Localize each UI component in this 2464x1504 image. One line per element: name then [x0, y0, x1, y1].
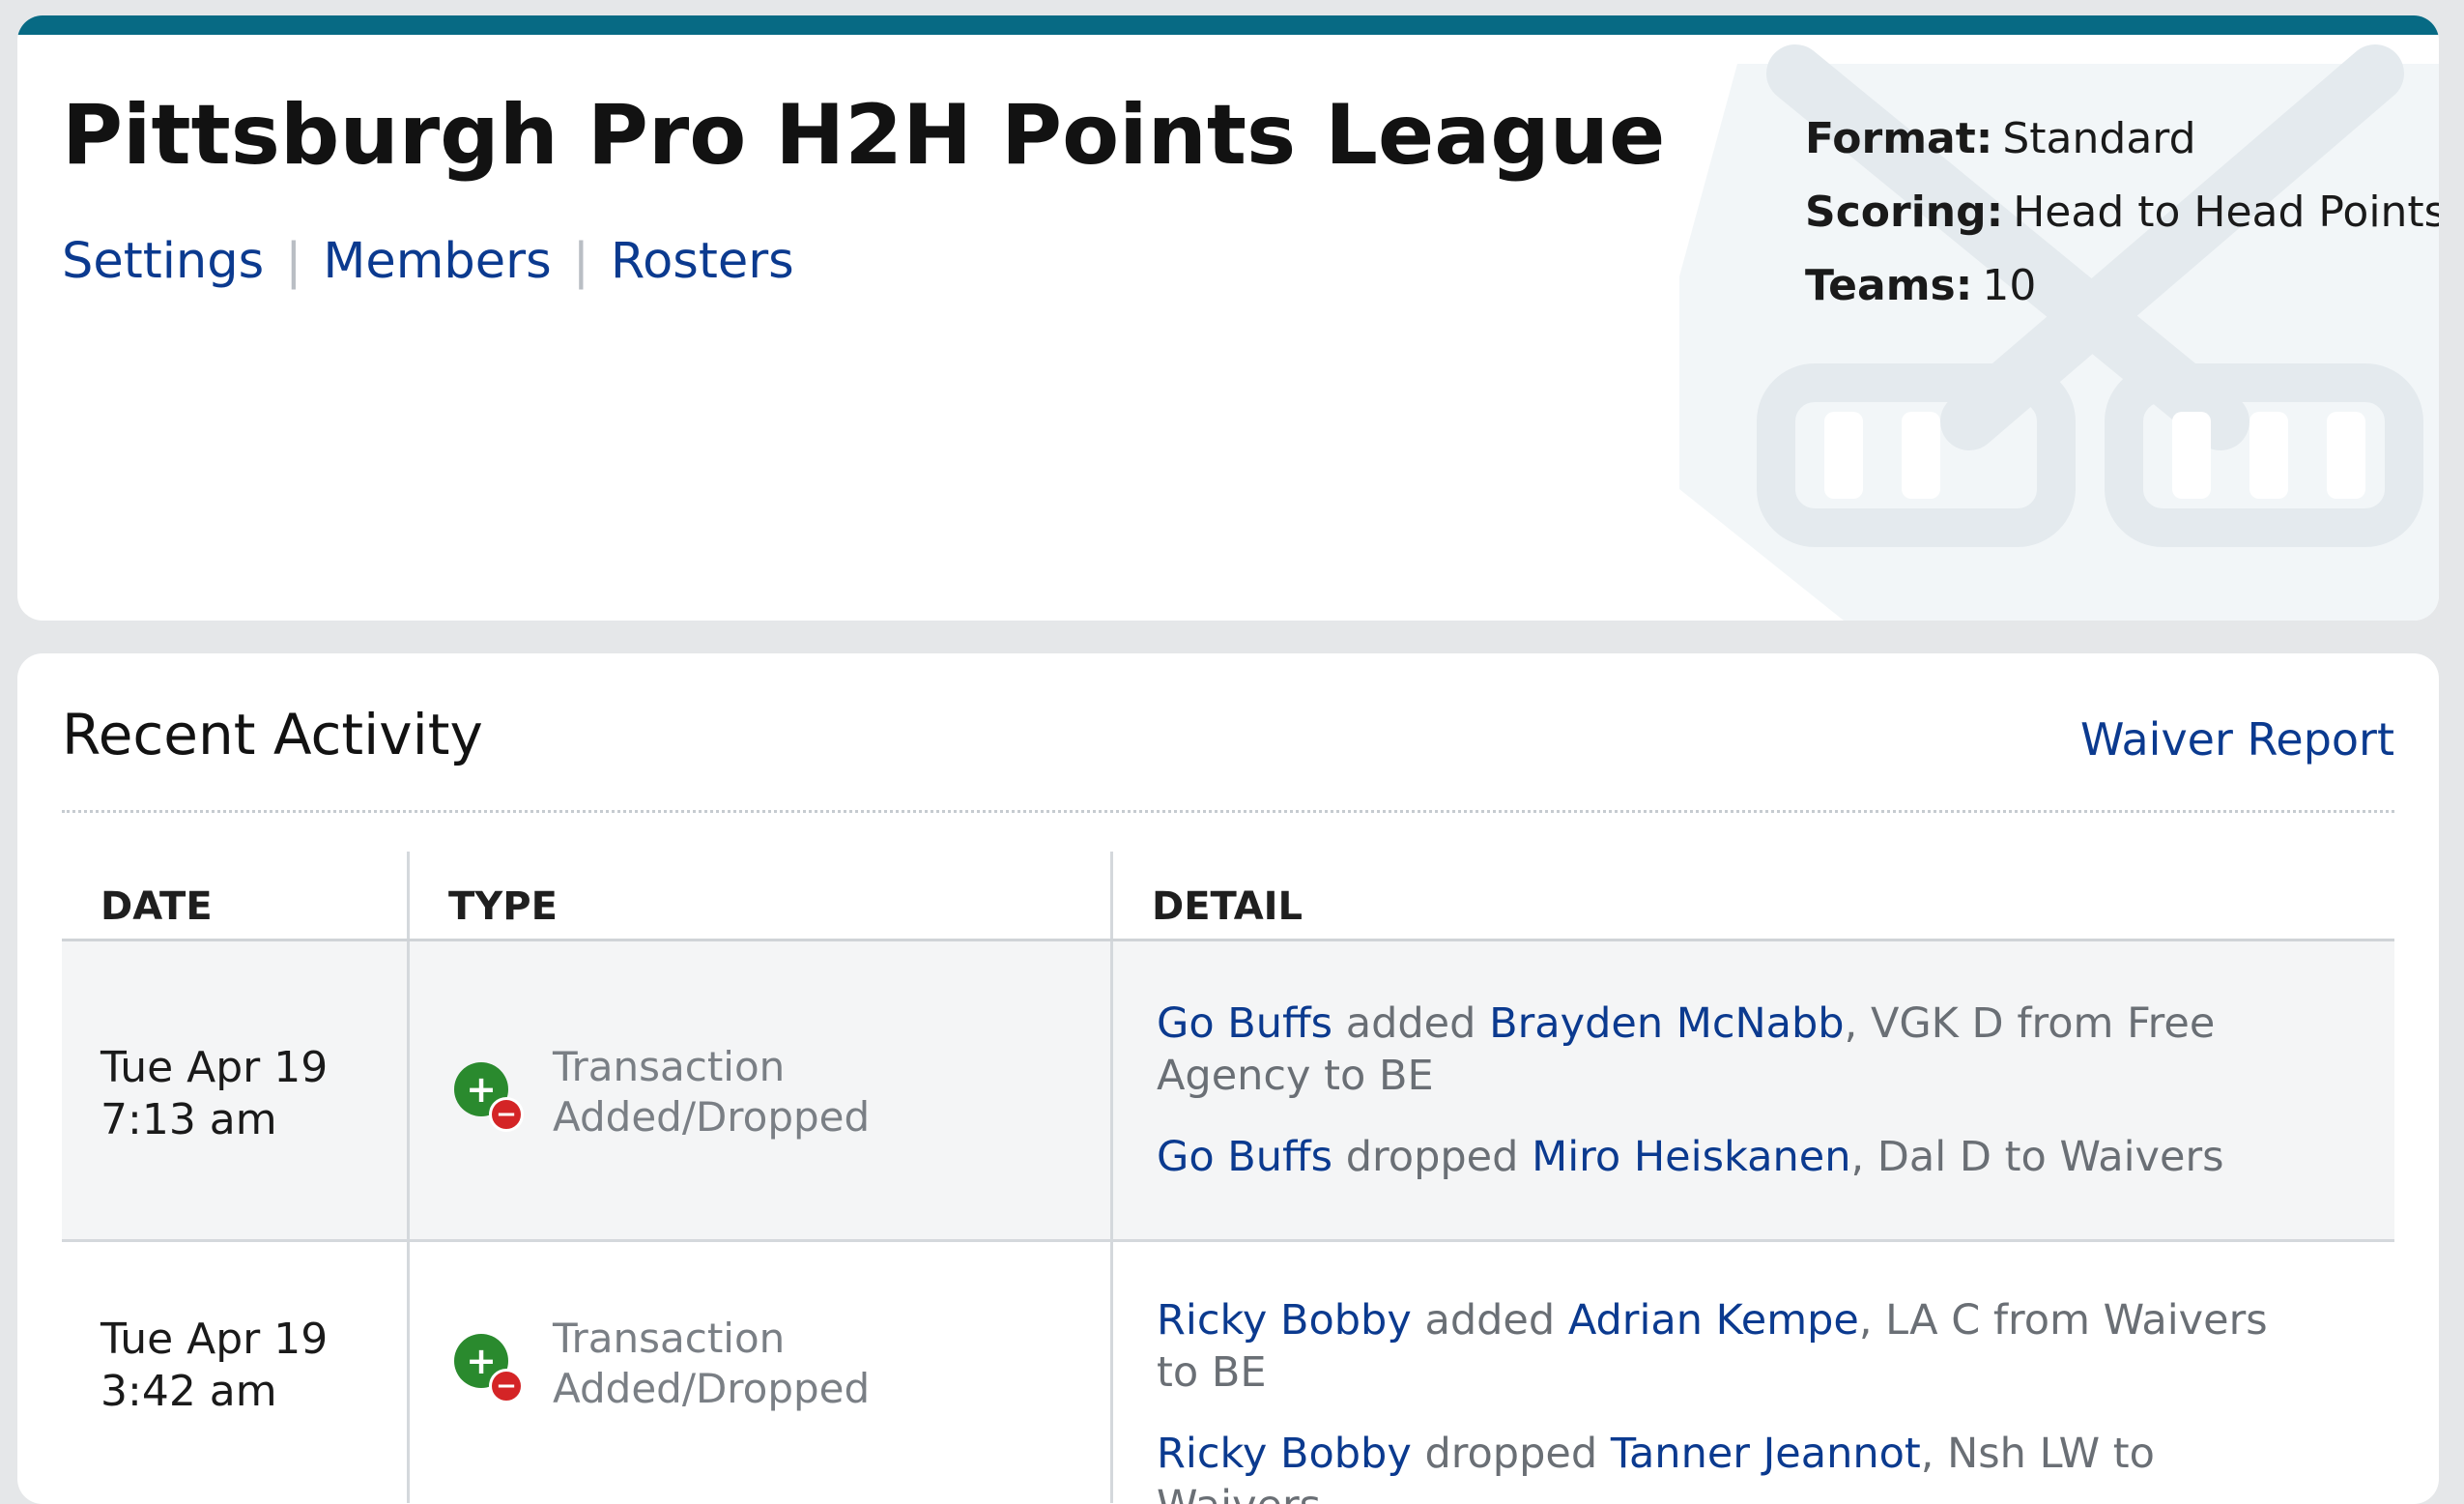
player-link[interactable]: Adrian Kempe — [1568, 1296, 1859, 1345]
league-info: Format: Standard Scoring: Head to Head Poi… — [1805, 102, 2439, 323]
detail-cell: Ricky Bobby added Adrian Kempe, LA C fro… — [1113, 1242, 2394, 1504]
team-link[interactable]: Ricky Bobby — [1157, 1296, 1412, 1345]
league-nav: Settings | Members | Rosters — [62, 233, 794, 290]
date-cell: Tue Apr 19 7:13 am — [62, 941, 410, 1239]
scoring-info: Scoring: Head to Head Points — [1805, 188, 2439, 237]
format-info: Format: Standard — [1805, 114, 2196, 163]
date-column-header[interactable]: DATE — [62, 852, 410, 939]
type-label: Transaction — [553, 1043, 786, 1090]
team-link[interactable]: Ricky Bobby — [1157, 1430, 1412, 1478]
type-sublabel: Added/Dropped — [553, 1093, 871, 1141]
nav-divider: | — [285, 233, 302, 290]
add-drop-icon: + − — [454, 1062, 524, 1132]
player-link[interactable]: Miro Heiskanen — [1532, 1133, 1850, 1181]
team-link[interactable]: Go Buffs — [1157, 1133, 1332, 1181]
row-date: Tue Apr 19 — [100, 1043, 329, 1092]
teams-info: Teams: 10 — [1805, 261, 2037, 310]
detail-line: Go Buffs added Brayden McNabb, VGK D fro… — [1157, 999, 2216, 1100]
members-link[interactable]: Members — [323, 233, 551, 290]
detail-line: Go Buffs dropped Miro Heiskanen, Dal D t… — [1157, 1133, 2224, 1181]
type-label: Transaction — [553, 1315, 786, 1362]
type-cell: + − Transaction Added/Dropped — [410, 941, 1113, 1239]
rosters-link[interactable]: Rosters — [611, 233, 794, 290]
league-header-card: Pittsburgh Pro H2H Points League Setting… — [17, 15, 2439, 621]
row-date: Tue Apr 19 — [100, 1315, 329, 1364]
date-cell: Tue Apr 19 3:42 am — [62, 1242, 410, 1503]
type-column-header[interactable]: TYPE — [410, 852, 1113, 939]
recent-activity-title: Recent Activity — [62, 702, 483, 767]
waiver-report-link[interactable]: Waiver Report — [2080, 713, 2394, 766]
player-link[interactable]: Brayden McNabb — [1489, 999, 1845, 1048]
section-divider — [62, 810, 2394, 813]
row-time: 7:13 am — [100, 1095, 277, 1144]
type-sublabel: Added/Dropped — [553, 1365, 871, 1412]
row-time: 3:42 am — [100, 1367, 277, 1416]
table-header: DATE TYPE DETAIL — [62, 852, 2394, 941]
detail-cell: Go Buffs added Brayden McNabb, VGK D fro… — [1113, 941, 2394, 1239]
league-title: Pittsburgh Pro H2H Points League — [62, 87, 1666, 184]
add-drop-icon: + − — [454, 1334, 524, 1403]
type-cell: + − Transaction Added/Dropped — [410, 1242, 1113, 1503]
settings-link[interactable]: Settings — [62, 233, 264, 290]
table-row: Tue Apr 19 7:13 am + − Transaction Added/… — [62, 941, 2394, 1242]
player-link[interactable]: Tanner Jeannot — [1611, 1430, 1921, 1478]
activity-table: DATE TYPE DETAIL Tue Apr 19 7:13 am + − T… — [62, 852, 2394, 1504]
nav-divider: | — [572, 233, 589, 290]
detail-line: Ricky Bobby added Adrian Kempe, LA C fro… — [1157, 1296, 2268, 1397]
detail-column-header[interactable]: DETAIL — [1113, 852, 2394, 939]
table-row: Tue Apr 19 3:42 am + − Transaction Added/… — [62, 1242, 2394, 1504]
detail-line: Ricky Bobby dropped Tanner Jeannot, Nsh … — [1157, 1430, 2155, 1504]
accent-bar — [17, 15, 2439, 35]
team-link[interactable]: Go Buffs — [1157, 999, 1332, 1048]
recent-activity-card: Recent Activity Waiver Report DATE TYPE … — [17, 653, 2439, 1504]
